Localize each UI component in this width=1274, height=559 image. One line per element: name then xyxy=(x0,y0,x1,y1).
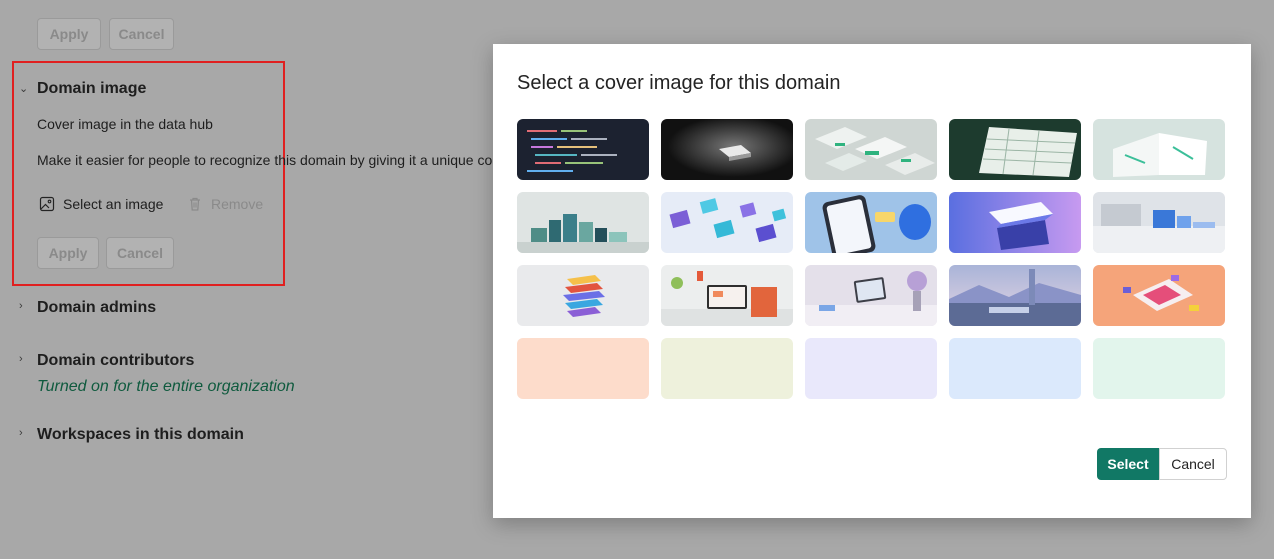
trash-icon xyxy=(190,197,200,211)
domain-contributors-title[interactable]: Domain contributors xyxy=(37,352,194,370)
contributors-status: Turned on for the entire organization xyxy=(37,378,295,395)
select-image-action[interactable]: Select an image xyxy=(39,196,163,212)
chevron-right-icon[interactable]: › xyxy=(19,428,29,439)
cover-tile-blocks[interactable] xyxy=(517,192,649,253)
remove-image-action[interactable]: Remove xyxy=(187,196,263,212)
cover-tile-lavender-room[interactable] xyxy=(805,265,937,326)
chevron-right-icon[interactable]: › xyxy=(19,301,29,312)
cancel-button-top[interactable]: Cancel xyxy=(109,18,174,50)
workspaces-title[interactable]: Workspaces in this domain xyxy=(37,426,244,444)
cover-tile-phone-app[interactable] xyxy=(805,192,937,253)
cover-tile-solid-lime[interactable] xyxy=(661,338,793,399)
apply-button[interactable]: Apply xyxy=(37,237,99,269)
cover-tile-chips[interactable] xyxy=(805,119,937,180)
select-button[interactable]: Select xyxy=(1097,448,1159,480)
cover-tile-dark-device[interactable] xyxy=(661,119,793,180)
cover-tile-layer-stack[interactable] xyxy=(517,265,649,326)
domain-image-description: Make it easier for people to recognize t… xyxy=(37,152,493,168)
cover-tile-isometric-ui[interactable] xyxy=(1093,265,1225,326)
cover-tile-glass-cubes[interactable] xyxy=(661,192,793,253)
cover-tile-purple-stack[interactable] xyxy=(949,192,1081,253)
cover-image-dialog: Select a cover image for this domain Sel… xyxy=(493,44,1251,518)
cover-tile-book[interactable] xyxy=(1093,119,1225,180)
image-grid xyxy=(517,119,1225,399)
cover-tile-landscape[interactable] xyxy=(949,265,1081,326)
cover-tile-solid-blue[interactable] xyxy=(949,338,1081,399)
image-icon xyxy=(39,196,55,212)
cover-tile-office-desks[interactable] xyxy=(1093,192,1225,253)
dialog-cancel-button[interactable]: Cancel xyxy=(1159,448,1227,480)
apply-button-top[interactable]: Apply xyxy=(37,18,101,50)
cover-tile-spreadsheet[interactable] xyxy=(949,119,1081,180)
cover-tile-workspace[interactable] xyxy=(661,265,793,326)
cover-tile-code[interactable] xyxy=(517,119,649,180)
domain-admins-title[interactable]: Domain admins xyxy=(37,299,156,317)
dialog-title: Select a cover image for this domain xyxy=(517,72,841,94)
remove-image-label: Remove xyxy=(211,196,264,212)
domain-image-title[interactable]: Domain image xyxy=(37,80,146,98)
cover-tile-solid-lavender[interactable] xyxy=(805,338,937,399)
select-image-label: Select an image xyxy=(63,196,164,212)
cover-tile-solid-mint[interactable] xyxy=(1093,338,1225,399)
domain-image-subtitle: Cover image in the data hub xyxy=(37,116,213,132)
chevron-down-icon[interactable]: ⌄ xyxy=(19,84,29,95)
cancel-button[interactable]: Cancel xyxy=(106,237,174,269)
chevron-right-icon[interactable]: › xyxy=(19,354,29,365)
cover-tile-solid-peach[interactable] xyxy=(517,338,649,399)
